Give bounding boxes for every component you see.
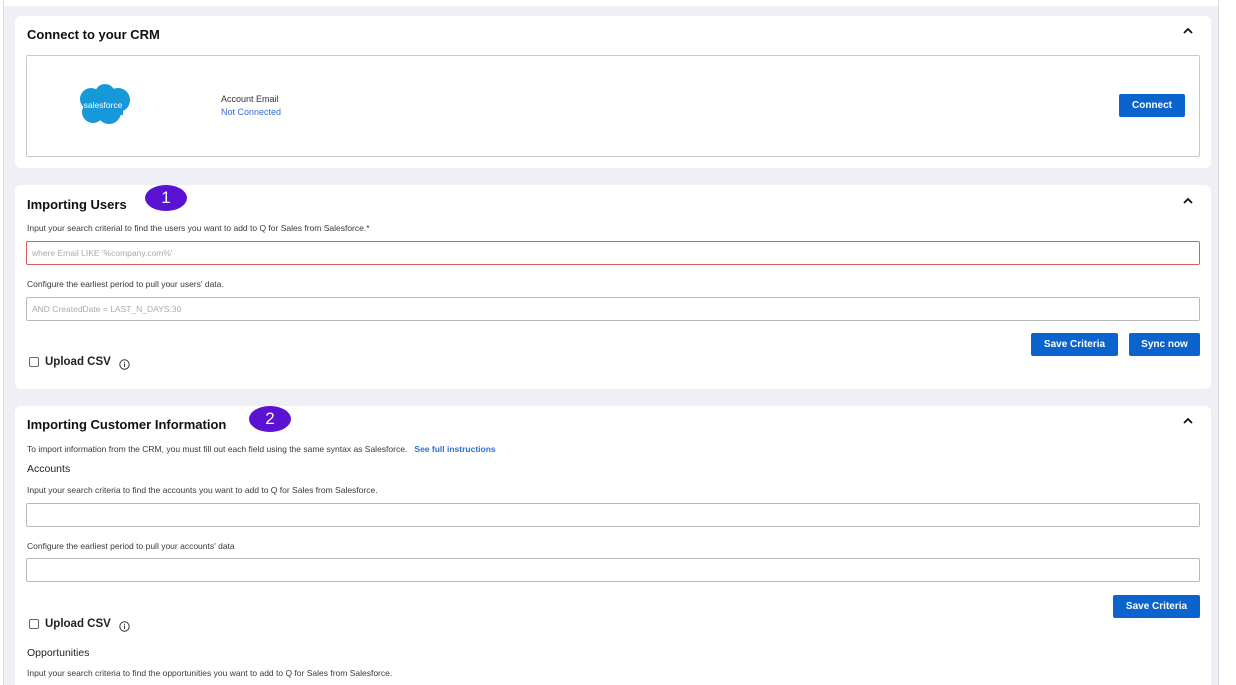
opportunities-search-hint: Input your search criteria to find the o… (27, 668, 393, 678)
crm-card-title: Connect to your CRM (27, 27, 160, 42)
window-left-edge (0, 0, 4, 685)
crm-connect-card: Connect to your CRM salesforce Account E… (15, 16, 1211, 168)
accounts-upload-csv-checkbox[interactable] (29, 619, 39, 629)
importing-customer-title: Importing Customer Information (27, 417, 227, 432)
step-badge-1: 1 (145, 185, 187, 211)
users-upload-csv-checkbox[interactable] (29, 357, 39, 367)
account-status: Not Connected (221, 107, 282, 117)
accounts-upload-csv-label: Upload CSV (45, 618, 111, 630)
users-save-criteria-button[interactable]: Save Criteria (1031, 333, 1118, 356)
account-email-label: Account Email (221, 94, 279, 104)
accounts-upload-csv-row: Upload CSV (29, 618, 130, 632)
top-strip (4, 0, 1218, 6)
users-upload-csv-label: Upload CSV (45, 356, 111, 368)
salesforce-logo: salesforce (73, 83, 133, 127)
importing-users-title: Importing Users (27, 197, 127, 212)
chevron-up-icon[interactable] (1181, 194, 1195, 208)
customer-instructions-text: To import information from the CRM, you … (27, 444, 408, 454)
users-period-input[interactable] (26, 297, 1200, 321)
accounts-save-criteria-button[interactable]: Save Criteria (1113, 595, 1200, 618)
chevron-up-icon[interactable] (1181, 414, 1195, 428)
users-search-input[interactable] (26, 241, 1200, 265)
info-icon[interactable] (119, 357, 130, 370)
importing-customer-card: Importing Customer Information 2 To impo… (15, 406, 1211, 685)
accounts-period-input[interactable] (26, 558, 1200, 582)
accounts-search-input[interactable] (26, 503, 1200, 527)
crm-connection-box: salesforce Account Email Not Connected C… (26, 55, 1200, 157)
importing-users-card: Importing Users 1 Input your search crit… (15, 185, 1211, 389)
accounts-heading: Accounts (27, 463, 71, 475)
chevron-up-icon[interactable] (1181, 24, 1195, 38)
see-full-instructions-link[interactable]: See full instructions (414, 444, 495, 454)
users-period-hint: Configure the earliest period to pull yo… (27, 279, 224, 289)
accounts-search-hint: Input your search criteria to find the a… (27, 485, 378, 495)
info-icon[interactable] (119, 619, 130, 632)
window-scrollbar-track[interactable] (1218, 0, 1236, 685)
customer-instructions: To import information from the CRM, you … (27, 444, 496, 454)
users-search-hint: Input your search criterial to find the … (27, 223, 370, 233)
opportunities-heading: Opportunities (27, 647, 90, 659)
connect-button[interactable]: Connect (1119, 94, 1185, 117)
salesforce-logo-text: salesforce (84, 100, 123, 110)
users-upload-csv-row: Upload CSV (29, 356, 130, 370)
accounts-period-hint: Configure the earliest period to pull yo… (27, 541, 235, 551)
users-sync-now-button[interactable]: Sync now (1129, 333, 1200, 356)
step-badge-2: 2 (249, 406, 291, 432)
